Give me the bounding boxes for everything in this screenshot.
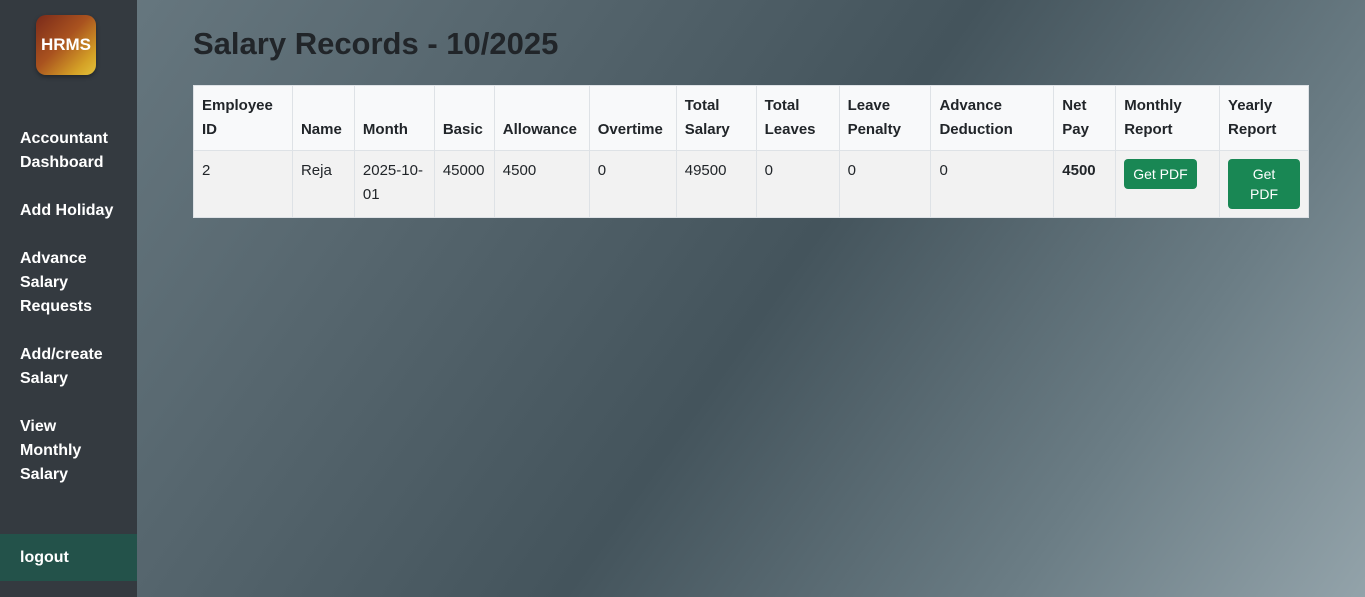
cell-employee-id: 2	[193, 150, 293, 218]
header-advance-deduction: Advance Deduction	[930, 85, 1055, 151]
cell-monthly-report: Get PDF	[1115, 150, 1221, 218]
sidebar: HRMS Accountant Dashboard Add Holiday Ad…	[0, 0, 137, 597]
header-month: Month	[353, 85, 435, 151]
header-total-leaves: Total Leaves	[755, 85, 840, 151]
cell-basic: 45000	[433, 150, 495, 218]
header-total-salary: Total Salary	[675, 85, 757, 151]
cell-net-pay: 4500	[1053, 150, 1117, 218]
cell-advance-deduction: 0	[930, 150, 1055, 218]
sidebar-nav: Accountant Dashboard Add Holiday Advance…	[0, 127, 137, 487]
cell-yearly-report: Get PDF	[1219, 150, 1309, 218]
header-allowance: Allowance	[493, 85, 590, 151]
sidebar-item-advance-salary-requests[interactable]: Advance Salary Requests	[0, 247, 137, 319]
sidebar-item-accountant-dashboard[interactable]: Accountant Dashboard	[0, 127, 137, 175]
sidebar-item-add-create-salary[interactable]: Add/create Salary	[0, 343, 137, 391]
table-row: 2 Reja 2025-10-01 45000 4500 0 49500 0 0…	[193, 150, 1309, 218]
header-leave-penalty: Leave Penalty	[838, 85, 932, 151]
header-employee-id: Employee ID	[193, 85, 293, 151]
sidebar-item-view-monthly-salary[interactable]: View Monthly Salary	[0, 415, 137, 487]
page-title: Salary Records - 10/2025	[193, 26, 559, 61]
yearly-report-pdf-button[interactable]: Get PDF	[1228, 159, 1300, 209]
header-overtime: Overtime	[588, 85, 677, 151]
header-yearly-report: Yearly Report	[1219, 85, 1309, 151]
cell-leave-penalty: 0	[838, 150, 932, 218]
hrms-logo[interactable]: HRMS	[36, 15, 96, 75]
cell-overtime: 0	[588, 150, 677, 218]
cell-total-leaves: 0	[755, 150, 840, 218]
sidebar-item-add-holiday[interactable]: Add Holiday	[0, 199, 137, 223]
header-basic: Basic	[433, 85, 495, 151]
header-monthly-report: Monthly Report	[1115, 85, 1221, 151]
cell-month: 2025-10-01	[353, 150, 435, 218]
header-net-pay: Net Pay	[1053, 85, 1117, 151]
header-name: Name	[291, 85, 355, 151]
cell-name: Reja	[291, 150, 355, 218]
table-header-row: Employee ID Name Month Basic Allowance O…	[193, 85, 1309, 151]
cell-total-salary: 49500	[675, 150, 757, 218]
logout-button[interactable]: logout	[0, 534, 137, 581]
cell-allowance: 4500	[493, 150, 590, 218]
salary-records-table: Employee ID Name Month Basic Allowance O…	[193, 85, 1309, 218]
monthly-report-pdf-button[interactable]: Get PDF	[1124, 159, 1197, 189]
